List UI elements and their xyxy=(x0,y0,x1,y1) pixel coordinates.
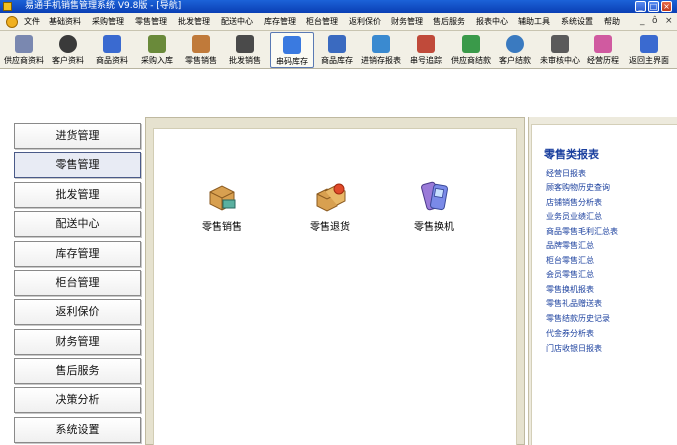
business-history-icon xyxy=(594,35,612,53)
tb-serial-track[interactable]: 串号追踪 xyxy=(406,32,446,68)
tb-product-stock[interactable]: 商品库存 xyxy=(317,32,357,68)
menu-bar: 文件 基础资料 采购管理 零售管理 批发管理 配送中心 库存管理 柜台管理 返利… xyxy=(0,13,677,31)
report-link-settlement-history[interactable]: 零售结款历史记录 xyxy=(546,314,610,324)
nav-wholesale-management[interactable]: 批发管理 xyxy=(14,182,141,208)
retail-sale-icon xyxy=(192,35,210,53)
tb-customer-data[interactable]: 客户资料 xyxy=(48,32,88,68)
fn-retail-sale[interactable]: 零售销售 xyxy=(190,180,254,240)
menu-retail[interactable]: 零售管理 xyxy=(135,16,167,27)
window-title: 易通手机销售管理系统 V9.8版 - [导航] xyxy=(25,1,182,11)
nav-rebate-price-protection[interactable]: 返利保价 xyxy=(14,299,141,325)
nav-inventory-management[interactable]: 库存管理 xyxy=(14,241,141,267)
tb-unaudited-center[interactable]: 未审核中心 xyxy=(537,32,583,68)
nav-after-sales-service[interactable]: 售后服务 xyxy=(14,358,141,384)
report-link-salesperson-summary[interactable]: 业务员业绩汇总 xyxy=(546,212,602,222)
tb-inventory-report[interactable]: 进销存报表 xyxy=(358,32,404,68)
report-icon xyxy=(372,35,390,53)
maximize-button[interactable]: □ xyxy=(648,1,659,12)
menu-basic-data[interactable]: 基础资料 xyxy=(49,16,81,27)
mdi-restore-button[interactable]: ô xyxy=(652,15,658,27)
toolbar: 供应商资料 客户资料 商品资料 采购入库 零售销售 批发销售 串码库存 商品库存… xyxy=(0,31,677,69)
fn-retail-return[interactable]: 零售退货 xyxy=(298,180,362,240)
report-link-voucher-analysis[interactable]: 代金券分析表 xyxy=(546,329,594,339)
supplier-settle-icon xyxy=(462,35,480,53)
workspace-gap xyxy=(0,69,677,117)
menu-file[interactable]: 文件 xyxy=(24,16,40,27)
tb-supplier-data[interactable]: 供应商资料 xyxy=(2,32,46,68)
report-link-store-cashier-daily[interactable]: 门店收银日报表 xyxy=(546,344,602,354)
report-link-daily-business[interactable]: 经营日报表 xyxy=(546,169,586,179)
nav-finance-management[interactable]: 财务管理 xyxy=(14,329,141,355)
report-link-member-summary[interactable]: 会员零售汇总 xyxy=(546,270,594,280)
left-nav: 进货管理 零售管理 批发管理 配送中心 库存管理 柜台管理 返利保价 财务管理 … xyxy=(0,117,145,445)
report-link-gift-report[interactable]: 零售礼品赠送表 xyxy=(546,299,602,309)
report-link-customer-history[interactable]: 顾客购物历史查询 xyxy=(546,183,610,193)
tb-purchase-in[interactable]: 采购入库 xyxy=(137,32,177,68)
menu-counter[interactable]: 柜台管理 xyxy=(306,16,338,27)
report-link-gross-profit[interactable]: 商品零售毛利汇总表 xyxy=(546,227,618,237)
fn-retail-exchange[interactable]: 零售换机 xyxy=(402,180,466,240)
tb-wholesale[interactable]: 批发销售 xyxy=(225,32,265,68)
report-link-counter-summary[interactable]: 柜台零售汇总 xyxy=(546,256,594,266)
minimize-button[interactable]: _ xyxy=(635,1,646,12)
serial-track-house-icon xyxy=(417,35,435,53)
tb-customer-settle[interactable]: 客户结款 xyxy=(495,32,535,68)
menu-distribution[interactable]: 配送中心 xyxy=(221,16,253,27)
report-link-exchange-report[interactable]: 零售换机报表 xyxy=(546,285,594,295)
menu-help[interactable]: 帮助 xyxy=(604,16,620,27)
serial-stock-house-icon xyxy=(283,36,301,54)
product-stock-icon xyxy=(328,35,346,53)
retail-sale-box-icon xyxy=(209,185,236,211)
menu-purchase[interactable]: 采购管理 xyxy=(92,16,124,27)
tb-return-main[interactable]: 返回主界面 xyxy=(626,32,672,68)
menu-reports[interactable]: 报表中心 xyxy=(476,16,508,27)
home-grid-icon xyxy=(640,35,658,53)
tb-business-history[interactable]: 经营历程 xyxy=(583,32,623,68)
menu-finance[interactable]: 财务管理 xyxy=(391,16,423,27)
menu-settings[interactable]: 系统设置 xyxy=(561,16,593,27)
nav-system-settings[interactable]: 系统设置 xyxy=(14,417,141,443)
mdi-close-button[interactable]: × xyxy=(665,15,673,27)
wholesale-icon xyxy=(236,35,254,53)
menu-rebate[interactable]: 返利保价 xyxy=(349,16,381,27)
menu-tools[interactable]: 辅助工具 xyxy=(518,16,550,27)
customer-person-icon xyxy=(59,35,77,53)
mdi-document-icon[interactable] xyxy=(6,16,18,28)
menu-wholesale[interactable]: 批发管理 xyxy=(178,16,210,27)
tb-supplier-settle[interactable]: 供应商结款 xyxy=(448,32,494,68)
tb-retail-sale[interactable]: 零售销售 xyxy=(181,32,221,68)
nav-counter-management[interactable]: 柜台管理 xyxy=(14,270,141,296)
tb-serial-stock[interactable]: 串码库存 xyxy=(270,32,314,68)
title-bar: 易通手机销售管理系统 V9.8版 - [导航] _ □ × xyxy=(0,0,677,13)
app-icon xyxy=(3,2,12,11)
close-button[interactable]: × xyxy=(661,1,672,12)
unaudited-icon xyxy=(551,35,569,53)
retail-return-box-icon xyxy=(316,183,346,212)
retail-exchange-phone-icon xyxy=(421,181,449,211)
report-link-brand-summary[interactable]: 品牌零售汇总 xyxy=(546,241,594,251)
function-panel xyxy=(153,128,517,445)
nav-purchase-management[interactable]: 进货管理 xyxy=(14,123,141,149)
report-panel-title: 零售类报表 xyxy=(544,148,599,161)
nav-retail-management[interactable]: 零售管理 xyxy=(14,152,141,178)
menu-after-sales[interactable]: 售后服务 xyxy=(433,16,465,27)
customer-settle-globe-icon xyxy=(506,35,524,53)
supplier-card-icon xyxy=(15,35,33,53)
report-link-store-sales-analysis[interactable]: 店铺销售分析表 xyxy=(546,198,602,208)
nav-decision-analysis[interactable]: 决策分析 xyxy=(14,387,141,413)
product-grid-icon xyxy=(103,35,121,53)
menu-inventory[interactable]: 库存管理 xyxy=(264,16,296,27)
nav-distribution-center[interactable]: 配送中心 xyxy=(14,211,141,237)
purchase-in-icon xyxy=(148,35,166,53)
tb-product-data[interactable]: 商品资料 xyxy=(92,32,132,68)
mdi-minimize-button[interactable]: _ xyxy=(640,15,645,27)
